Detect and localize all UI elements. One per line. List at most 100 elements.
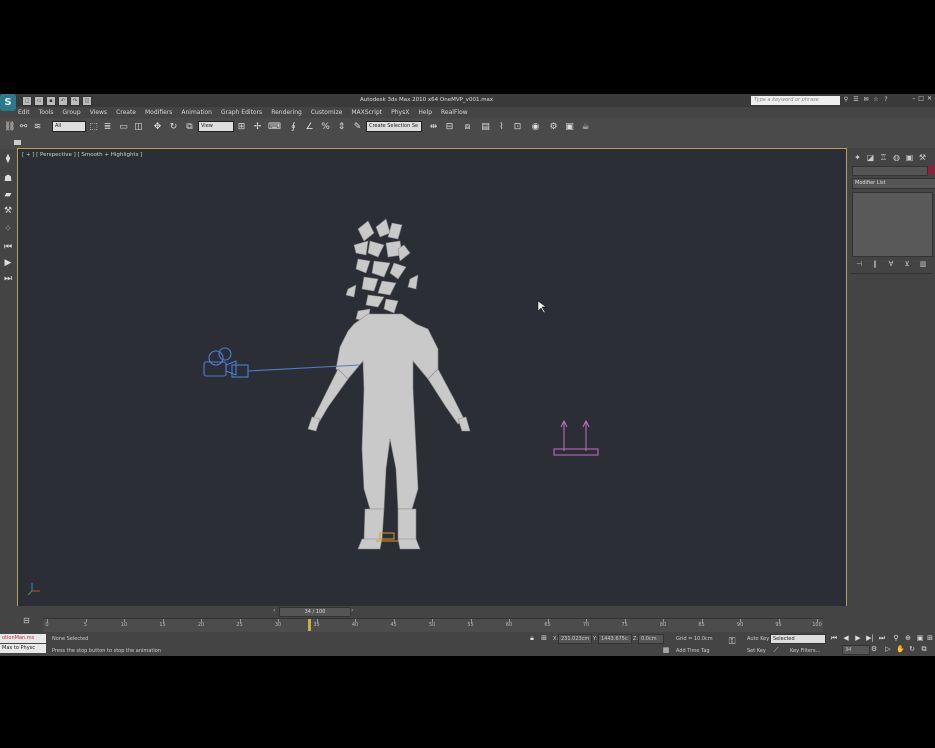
favorites-icon[interactable]: ☆ [872,96,880,104]
menu-tools[interactable]: Tools [39,107,54,118]
selection-filter-dropdown[interactable]: All [52,121,86,132]
remove-modifier-icon[interactable]: ⊻ [902,260,912,268]
current-frame-field[interactable]: 34 [842,645,870,655]
add-time-tag-button[interactable]: Add Time Tag [676,648,710,654]
step-icon[interactable]: ⏭ [2,273,14,285]
constraint-icon[interactable]: ⚒ [2,205,14,217]
physx-helper[interactable] [553,419,599,456]
zoom-all-icon[interactable]: ⊕ [904,634,912,642]
save-file-icon[interactable]: ▪ [46,96,56,106]
move-icon[interactable]: ✥ [152,122,163,133]
select-manipulate-icon[interactable]: ✢ [252,122,263,133]
maxscript-listener-line2[interactable]: Max to Physc [0,644,46,653]
hold-icon[interactable]: ◫ [82,96,92,106]
timeline-track[interactable]: 0 5 10 15 20 25 30 35 40 45 50 55 60 65 70 75 80 85 90 95 10… [43,618,823,632]
edit-named-selection-icon[interactable]: ✎ [352,122,363,133]
communication-icon[interactable]: ✉ [862,96,870,104]
link-icon[interactable]: ⛓ [4,122,15,133]
play-icon[interactable]: ▶ [2,257,14,269]
pan-icon[interactable]: ✋ [896,645,905,653]
select-by-name-icon[interactable]: ≣ [102,122,113,133]
lock-selection-icon[interactable]: 🔒︎ [528,634,536,643]
zoom-extents-all-icon[interactable]: ⊞ [926,634,934,642]
rendered-frame-icon[interactable]: ▣ [564,122,575,133]
modifier-stack[interactable] [852,192,933,257]
bind-spacewarp-icon[interactable]: ≋ [32,122,43,133]
named-selection-dropdown[interactable]: Create Selection Se [366,121,422,132]
create-tab-icon[interactable]: ✦ [852,152,863,163]
time-config-icon[interactable]: ⚙ [870,645,878,653]
dots-icon[interactable]: ⁘ [2,223,14,235]
open-file-icon[interactable]: ▭ [34,96,44,106]
menu-help[interactable]: Help [418,107,432,118]
time-slider[interactable]: 34 / 100 [279,607,351,617]
set-key-button[interactable]: Set Key [747,648,766,654]
time-tag-icon[interactable]: ▦ [662,646,670,654]
orbit-icon[interactable]: ↻ [908,645,916,653]
z-coordinate-field[interactable]: 0.0cm [638,634,664,644]
select-object-icon[interactable]: ⬚ [88,122,99,133]
ribbon-toggle-icon[interactable] [14,140,21,145]
menu-maxscript[interactable]: MAXScript [351,107,382,118]
menu-customize[interactable]: Customize [311,107,343,118]
pivot-center-icon[interactable]: ⊞ [236,122,247,133]
hierarchy-tab-icon[interactable]: ♖ [878,152,889,163]
align-icon[interactable]: ⊟ [444,122,455,133]
maximize-icon[interactable]: □ [918,95,924,102]
auto-key-button[interactable]: Auto Key [747,636,769,642]
show-end-result-icon[interactable]: ‖ [870,260,880,268]
window-crossing-icon[interactable]: ◫ [133,122,144,133]
previous-frame-icon[interactable]: ◀ [842,634,850,642]
snaps-toggle-icon[interactable]: ∮ [288,122,299,133]
next-frame-icon[interactable]: › [351,607,353,614]
absolute-mode-icon[interactable]: ⊞ [540,634,548,642]
pin-stack-icon[interactable]: ⊣ [854,260,864,268]
track-view-toggle-icon[interactable]: ⊟ [23,616,30,625]
go-to-start-icon[interactable]: ⏮ [830,634,838,643]
keyboard-shortcut-icon[interactable]: ⌨ [268,122,281,133]
cloth-icon[interactable]: ☗ [2,173,14,185]
app-logo-icon[interactable]: S [0,94,16,111]
subscription-icon[interactable]: ☰ [852,96,860,104]
object-name-field[interactable] [852,166,928,176]
rectangle-selection-icon[interactable]: ▭ [118,122,129,133]
maxscript-listener-line1[interactable]: otionMan.ms [0,634,46,643]
ref-coord-dropdown[interactable]: View [198,121,234,132]
motion-tab-icon[interactable]: ◍ [891,152,902,163]
spinner-snap-icon[interactable]: ⇕ [336,122,347,133]
minimize-icon[interactable]: – [912,95,915,102]
prev-frame-icon[interactable]: ‹ [273,607,275,614]
schematic-view-icon[interactable]: ⊡ [512,122,523,133]
object-color-swatch[interactable] [928,166,934,174]
unlink-icon[interactable]: ⚯ [18,122,29,133]
material-editor-icon[interactable]: ◉ [530,122,541,133]
key-icon[interactable]: ⚿ [728,637,736,647]
undo-icon[interactable]: ↶ [58,96,68,106]
zoom-extents-icon[interactable]: ▣ [916,634,924,642]
rigid-body-icon[interactable]: ▰ [2,189,14,201]
character-mesh[interactable] [307,218,471,550]
x-coordinate-field[interactable]: 231.023cm [558,634,592,644]
timeline-playhead[interactable] [307,619,311,631]
help-icon[interactable]: ? [882,96,890,104]
go-to-end-icon[interactable]: ⏭ [878,634,886,643]
utilities-tab-icon[interactable]: ⚒ [917,152,928,163]
render-teapot-icon[interactable]: ☕ [580,122,591,133]
menu-graph-editors[interactable]: Graph Editors [221,107,262,118]
menu-group[interactable]: Group [62,107,80,118]
next-frame-icon[interactable]: ▶| [866,634,874,642]
scale-icon[interactable]: ⧉ [184,122,195,133]
menu-create[interactable]: Create [116,107,136,118]
modify-tab-icon[interactable]: ◪ [865,152,876,163]
menu-edit[interactable]: Edit [18,107,30,118]
key-filter-icon[interactable]: ⟋ [772,646,780,655]
menu-rendering[interactable]: Rendering [271,107,302,118]
close-icon[interactable]: ✕ [927,95,932,102]
key-filters-button[interactable]: Key Filters... [790,648,820,654]
new-file-icon[interactable]: □ [22,96,32,106]
layer-manager-icon[interactable]: ⧈ [462,122,473,133]
perspective-viewport[interactable]: [ + ] [ Perspective ] [ Smooth + Highlig… [17,148,847,608]
rotate-icon[interactable]: ↻ [168,122,179,133]
menu-animation[interactable]: Animation [181,107,212,118]
field-of-view-icon[interactable]: ▷ [884,645,892,653]
